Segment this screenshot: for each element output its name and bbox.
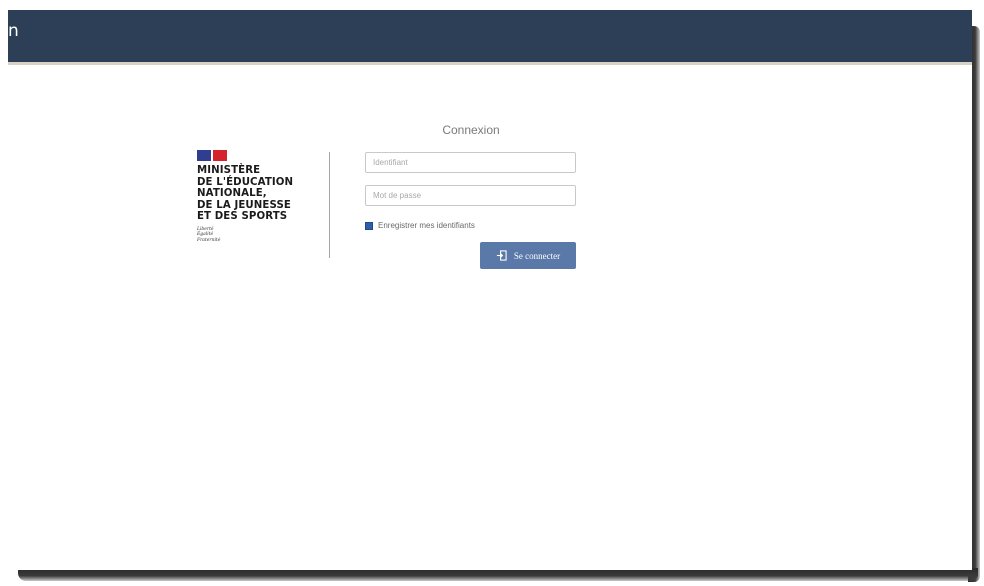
motto-line: Fraternité xyxy=(197,237,221,243)
remember-credentials-label: Enregistrer mes identifiants xyxy=(378,221,475,230)
screenshot-stage: n MINISTÈRE DE L'ÉDUCATION NATIONALE, DE… xyxy=(0,0,984,586)
sign-in-icon xyxy=(496,250,507,261)
logo-text-line: MINISTÈRE xyxy=(197,165,261,176)
top-navigation-bar: n xyxy=(8,10,972,65)
ministry-logo: MINISTÈRE DE L'ÉDUCATION NATIONALE, DE L… xyxy=(197,150,317,243)
logo-divider xyxy=(329,152,330,258)
login-title: Connexion xyxy=(442,123,500,137)
logo-text-line: ET DES SPORTS xyxy=(197,211,288,222)
remember-credentials-checkbox[interactable]: Enregistrer mes identifiants xyxy=(365,221,475,230)
republic-motto: Liberté Égalité Fraternité xyxy=(197,227,317,244)
login-button[interactable]: Se connecter xyxy=(480,242,576,269)
logo-text-line: DE L'ÉDUCATION xyxy=(197,176,294,188)
checkbox-checked-icon[interactable] xyxy=(365,221,373,230)
login-button-label: Se connecter xyxy=(513,250,561,261)
logo-text-line: NATIONALE, xyxy=(197,188,267,199)
app-title: n xyxy=(8,21,19,41)
app-window: n MINISTÈRE DE L'ÉDUCATION NATIONALE, DE… xyxy=(8,10,972,570)
logo-text-line: DE LA JEUNESSE xyxy=(197,199,291,211)
password-input[interactable] xyxy=(365,185,576,206)
marianne-flag-icon xyxy=(197,150,317,161)
username-input[interactable] xyxy=(365,152,576,173)
